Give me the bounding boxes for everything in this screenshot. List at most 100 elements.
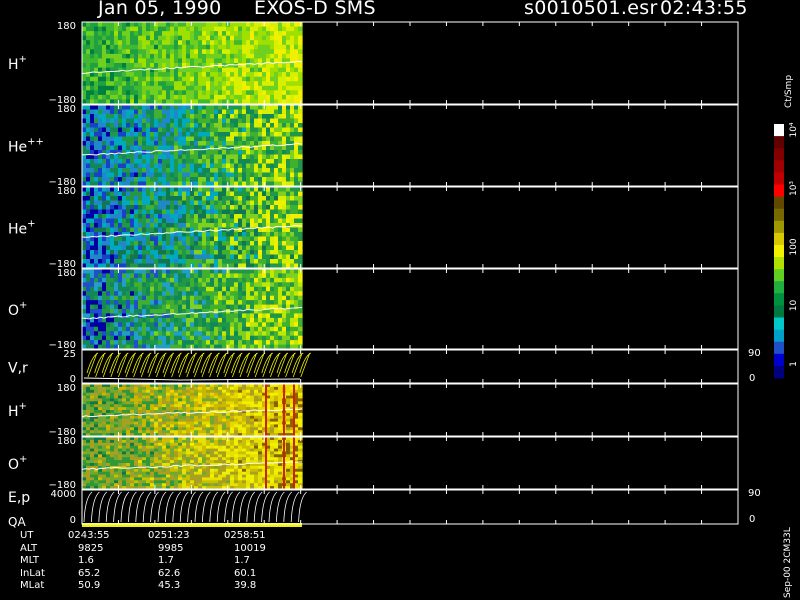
spectro-cell — [286, 340, 291, 346]
spectro-cell — [162, 105, 167, 111]
spectro-cell — [118, 232, 123, 238]
spectro-cell — [210, 223, 215, 229]
spectro-cell — [250, 196, 255, 202]
spectro-cell — [130, 200, 135, 206]
spectro-cell — [178, 159, 183, 165]
spectro-cell — [266, 218, 271, 224]
spectro-cell — [206, 44, 211, 50]
spectro-cell — [258, 105, 263, 111]
spectro-cell — [86, 141, 91, 147]
spectro-cell — [190, 209, 195, 215]
spectro-cell — [294, 259, 299, 265]
spectro-cell — [202, 241, 207, 247]
spectro-cell — [158, 295, 163, 301]
spectro-cell — [298, 295, 303, 301]
spectro-cell — [158, 241, 163, 247]
spectro-cell — [142, 223, 147, 229]
spectro-cell — [130, 81, 135, 87]
spectro-cell — [102, 105, 107, 111]
spectro-cell — [106, 141, 111, 147]
spectro-cell — [254, 209, 259, 215]
spectro-cell — [98, 22, 103, 28]
spectro-cell — [274, 214, 279, 220]
spectro-cell — [150, 114, 155, 120]
spectro-cell — [298, 159, 303, 165]
spectro-cell — [186, 335, 191, 341]
spectro-cell — [250, 282, 255, 288]
spectro-cell — [130, 85, 135, 91]
spectro-cell — [222, 273, 227, 279]
spectro-cell — [294, 191, 299, 197]
spectro-cell — [226, 214, 231, 220]
spectro-cell — [98, 300, 103, 306]
spectro-cell — [122, 81, 127, 87]
spectro-cell — [258, 150, 263, 156]
spectro-cell — [150, 31, 155, 37]
spectro-cell — [106, 40, 111, 46]
spectro-cell — [86, 250, 91, 256]
spectro-cell — [230, 85, 235, 91]
spectro-cell — [222, 132, 227, 138]
spectro-cell — [122, 123, 127, 129]
spectro-cell — [126, 227, 131, 233]
spectro-cell — [254, 331, 259, 337]
spectro-cell — [186, 172, 191, 178]
spectro-cell — [86, 109, 91, 115]
spectro-cell — [222, 94, 227, 101]
spectro-cell — [94, 227, 99, 233]
spectro-cell — [210, 250, 215, 256]
spectro-cell — [298, 273, 303, 279]
spectro-cell — [210, 273, 215, 279]
spectro-cell — [154, 85, 159, 91]
spectro-cell — [110, 309, 115, 314]
spectro-cell — [134, 273, 139, 279]
spectro-cell — [270, 127, 275, 133]
spectro-cell — [290, 187, 295, 193]
spectro-cell — [106, 58, 111, 64]
spectro-cell — [86, 163, 91, 169]
spectro-cell — [262, 282, 267, 288]
spectro-cell — [266, 22, 271, 28]
spectro-cell — [270, 114, 275, 120]
spectro-cell — [162, 109, 167, 115]
spectro-cell — [274, 205, 279, 211]
spectro-cell — [270, 168, 275, 174]
spectro-cell — [130, 127, 135, 133]
spectro-cell — [246, 295, 251, 301]
spectro-cell — [250, 154, 255, 160]
spectro-cell — [98, 127, 103, 133]
spectro-cell — [106, 236, 111, 242]
spectro-cell — [294, 227, 299, 233]
spectro-cell — [262, 245, 267, 251]
spectro-cell — [162, 44, 167, 50]
spectro-cell — [146, 172, 151, 178]
spectro-cell — [266, 273, 271, 279]
spectro-cell — [170, 295, 175, 301]
spectro-cell — [138, 286, 143, 292]
spectro-cell — [126, 187, 131, 193]
spectro-cell — [210, 31, 215, 37]
spectro-cell — [222, 114, 227, 120]
spectro-cell — [102, 177, 107, 183]
spectro-cell — [166, 317, 171, 323]
spectro-cell — [150, 63, 155, 69]
spectro-cell — [82, 168, 87, 174]
spectro-cell — [94, 304, 99, 310]
spectro-cell — [270, 282, 275, 288]
spectro-cell — [282, 90, 287, 96]
spectro-cell — [266, 340, 271, 346]
spectro-cell — [110, 250, 115, 256]
spectro-cell — [258, 200, 263, 206]
spectro-cell — [238, 273, 243, 279]
spectro-cell — [98, 335, 103, 341]
spectro-cell — [134, 326, 139, 332]
spectro-cell — [182, 141, 187, 147]
spectro-cell — [158, 172, 163, 178]
spectro-cell — [286, 200, 291, 206]
spectro-cell — [238, 313, 243, 319]
spectro-cell — [90, 132, 95, 138]
spectro-cell — [282, 35, 287, 41]
spectro-cell — [122, 277, 127, 283]
spectro-cell — [182, 291, 187, 297]
spectro-cell — [202, 236, 207, 242]
